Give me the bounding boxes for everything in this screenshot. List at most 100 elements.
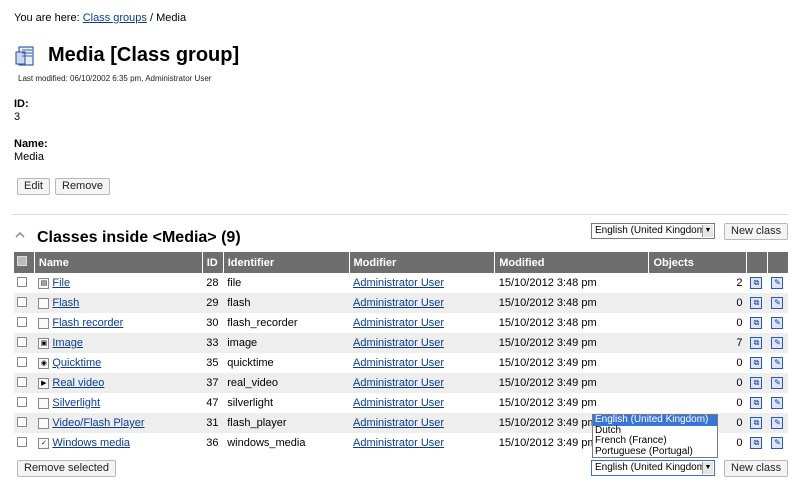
- edit-pencil-icon[interactable]: ✎: [771, 317, 784, 330]
- row-checkbox[interactable]: [17, 436, 27, 447]
- remove-button[interactable]: Remove: [55, 178, 110, 195]
- row-checkbox[interactable]: [17, 276, 27, 287]
- row-checkbox-cell[interactable]: [14, 273, 34, 293]
- row-checkbox-cell[interactable]: [14, 373, 35, 393]
- copy-icon[interactable]: ⧉: [750, 397, 763, 410]
- header-objects[interactable]: Objects: [648, 252, 747, 273]
- collapse-up-icon[interactable]: [14, 229, 26, 241]
- edit-pencil-icon[interactable]: ✎: [771, 417, 784, 430]
- objects-cell: 0: [648, 373, 747, 393]
- edit-cell[interactable]: ✎: [767, 313, 788, 333]
- row-checkbox[interactable]: [17, 336, 27, 347]
- header-modifier[interactable]: Modifier: [349, 252, 496, 273]
- copy-icon[interactable]: ⧉: [750, 417, 763, 430]
- edit-pencil-icon[interactable]: ✎: [771, 297, 784, 310]
- header-identifier[interactable]: Identifier: [223, 252, 350, 273]
- row-checkbox-cell[interactable]: [14, 293, 35, 313]
- modifier-link[interactable]: Administrator User: [353, 357, 444, 369]
- class-name-link[interactable]: Video/Flash Player: [52, 417, 144, 429]
- copy-cell[interactable]: ⧉: [746, 393, 767, 413]
- copy-icon[interactable]: ⧉: [750, 277, 763, 290]
- modifier-link[interactable]: Administrator User: [353, 337, 444, 349]
- edit-cell[interactable]: ✎: [767, 353, 788, 373]
- modifier-link[interactable]: Administrator User: [353, 417, 444, 429]
- language-option-0[interactable]: English (United Kingdom): [593, 415, 717, 426]
- copy-cell[interactable]: ⧉: [746, 433, 767, 453]
- class-name-link[interactable]: Flash: [52, 297, 79, 309]
- modifier-link[interactable]: Administrator User: [353, 317, 444, 329]
- class-name-link[interactable]: Flash recorder: [52, 317, 123, 329]
- row-checkbox[interactable]: [17, 316, 27, 327]
- edit-pencil-icon[interactable]: ✎: [771, 437, 784, 450]
- identifier-cell: image: [223, 333, 349, 353]
- edit-button[interactable]: Edit: [17, 178, 50, 195]
- modifier-link[interactable]: Administrator User: [353, 277, 444, 289]
- row-checkbox-cell[interactable]: [14, 313, 34, 333]
- language-select-bottom[interactable]: English (United Kingdom) ▼: [591, 460, 715, 476]
- copy-icon[interactable]: ⧉: [750, 377, 763, 390]
- edit-cell[interactable]: ✎: [767, 293, 788, 313]
- class-name-link[interactable]: Silverlight: [52, 397, 100, 409]
- edit-cell[interactable]: ✎: [767, 393, 788, 413]
- copy-cell[interactable]: ⧉: [746, 293, 768, 313]
- copy-icon[interactable]: ⧉: [750, 357, 763, 370]
- copy-cell[interactable]: ⧉: [746, 313, 767, 333]
- row-checkbox[interactable]: [17, 376, 27, 387]
- edit-cell[interactable]: ✎: [767, 433, 788, 453]
- modifier-link[interactable]: Administrator User: [353, 397, 444, 409]
- modifier-link[interactable]: Administrator User: [353, 297, 444, 309]
- language-option-3[interactable]: Portuguese (Portugal): [593, 446, 717, 458]
- modifier-link[interactable]: Administrator User: [353, 437, 444, 449]
- edit-pencil-icon[interactable]: ✎: [771, 357, 784, 370]
- edit-pencil-icon[interactable]: ✎: [771, 397, 784, 410]
- row-checkbox-cell[interactable]: [14, 333, 35, 353]
- copy-icon[interactable]: ⧉: [750, 297, 763, 310]
- class-name-link[interactable]: Quicktime: [52, 357, 101, 369]
- new-class-button-top[interactable]: New class: [724, 223, 789, 240]
- remove-selected-button[interactable]: Remove selected: [17, 460, 116, 477]
- class-name-link[interactable]: File: [52, 277, 70, 289]
- class-name-link[interactable]: Real video: [52, 377, 104, 389]
- modified-cell: 15/10/2012 3:48 pm: [498, 277, 597, 289]
- header-id[interactable]: ID: [202, 252, 224, 273]
- modifier-link[interactable]: Administrator User: [353, 377, 444, 389]
- row-checkbox-cell[interactable]: [14, 413, 35, 433]
- edit-cell[interactable]: ✎: [767, 273, 788, 293]
- copy-cell[interactable]: ⧉: [746, 353, 767, 373]
- copy-cell[interactable]: ⧉: [746, 373, 768, 393]
- row-checkbox-cell[interactable]: [14, 433, 34, 453]
- row-checkbox-cell[interactable]: [14, 353, 34, 373]
- class-name-link[interactable]: Image: [52, 337, 83, 349]
- copy-cell[interactable]: ⧉: [746, 413, 768, 433]
- edit-pencil-icon[interactable]: ✎: [771, 377, 784, 390]
- edit-cell[interactable]: ✎: [767, 373, 788, 393]
- select-all-header[interactable]: [14, 252, 35, 273]
- name-cell: ◉ Quicktime: [34, 353, 202, 373]
- copy-icon[interactable]: ⧉: [750, 437, 763, 450]
- edit-pencil-icon[interactable]: ✎: [771, 337, 784, 350]
- row-checkbox[interactable]: [17, 396, 27, 407]
- copy-cell[interactable]: ⧉: [746, 333, 768, 353]
- copy-icon[interactable]: ⧉: [750, 317, 763, 330]
- row-checkbox-cell[interactable]: [14, 393, 34, 413]
- page-icon: [38, 397, 50, 409]
- edit-pencil-icon[interactable]: ✎: [771, 277, 784, 290]
- edit-cell[interactable]: ✎: [767, 333, 788, 353]
- new-class-button-bottom[interactable]: New class: [724, 460, 789, 477]
- row-checkbox[interactable]: [17, 356, 27, 367]
- language-select-top[interactable]: English (United Kingdom) ▼: [591, 223, 715, 239]
- copy-icon[interactable]: ⧉: [750, 337, 763, 350]
- edit-cell[interactable]: ✎: [767, 413, 788, 433]
- copy-cell[interactable]: ⧉: [746, 273, 767, 293]
- language-dropdown-list[interactable]: English (United Kingdom) Dutch French (F…: [592, 414, 718, 458]
- identifier-cell: flash_recorder: [227, 317, 298, 329]
- header-modified[interactable]: Modified: [494, 252, 650, 273]
- page-title: Media [Class group]: [48, 44, 240, 66]
- select-all-checkbox-icon[interactable]: [17, 256, 27, 266]
- class-name-link[interactable]: Windows media: [52, 437, 130, 449]
- header-name[interactable]: Name: [34, 252, 203, 273]
- breadcrumb-link-class-groups[interactable]: Class groups: [83, 12, 147, 24]
- row-checkbox[interactable]: [17, 416, 27, 427]
- language-option-2[interactable]: French (France): [593, 436, 717, 447]
- row-checkbox[interactable]: [17, 296, 27, 307]
